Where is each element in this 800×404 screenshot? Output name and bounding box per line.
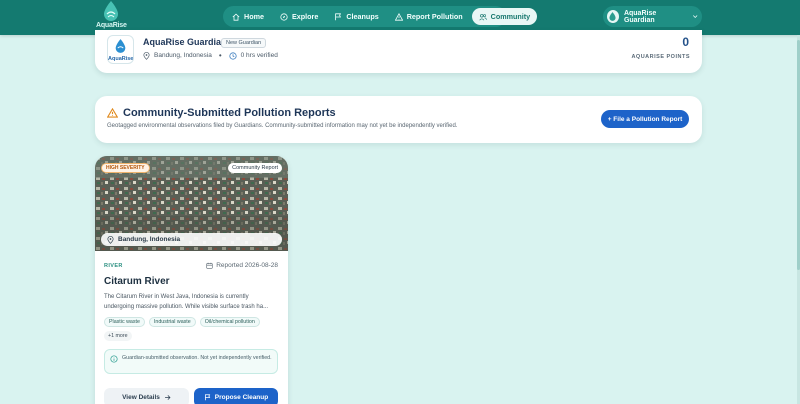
profile-logo-text: AquaRise	[108, 56, 134, 62]
water-drop-logo-icon	[104, 1, 118, 21]
report-card[interactable]: HIGH SEVERITY Community Report Bandung, …	[95, 156, 288, 404]
nav-item-explore[interactable]: Explore	[273, 8, 325, 25]
more-tags-chip[interactable]: +1 more	[104, 331, 132, 341]
status-badge: New Guardian	[221, 38, 267, 48]
nav-item-community[interactable]: Community	[471, 8, 538, 25]
nav-item-home[interactable]: Home	[225, 8, 271, 25]
report-title: Citarum River	[104, 276, 170, 287]
propose-cleanup-label: Propose Cleanup	[214, 394, 269, 401]
brand-name: AquaRise	[96, 22, 127, 29]
profile-hours: 0 hrs verified	[240, 52, 278, 59]
source-badge: Community Report	[228, 163, 282, 173]
report-date-text: Reported 2026-08-28	[216, 262, 278, 269]
home-icon	[232, 13, 240, 21]
severity-badge: HIGH SEVERITY	[101, 163, 150, 173]
location-pill: Bandung, Indonesia	[101, 233, 282, 246]
user-menu-button[interactable]: AquaRise Guardian	[603, 6, 702, 27]
nav-item-report-pollution[interactable]: Report Pollution	[388, 8, 470, 25]
report-date: Reported 2026-08-28	[206, 262, 278, 269]
separator-dot: •	[218, 51, 222, 60]
tag: Plastic waste	[104, 317, 145, 327]
location-text: Bandung, Indonesia	[118, 236, 181, 243]
profile-logo: AquaRise	[107, 35, 134, 64]
info-icon	[110, 355, 118, 363]
section-title: Community-Submitted Pollution Reports	[107, 107, 336, 119]
tag: Oil/chemical pollution	[199, 317, 260, 327]
avatar	[607, 10, 619, 23]
nav-item-label: Community	[490, 12, 531, 21]
warning-icon	[107, 108, 118, 118]
arrow-right-icon	[164, 395, 171, 400]
warning-icon	[394, 12, 403, 21]
tag: Industrial waste	[148, 317, 196, 327]
profile-meta: Bandung, Indonesia • 0 hrs verified	[143, 51, 278, 60]
points-value: 0	[682, 35, 689, 49]
profile-card: AquaRise AquaRise Guardian New Guardian …	[95, 30, 702, 73]
map-pin-icon	[107, 235, 114, 244]
propose-cleanup-button[interactable]: Propose Cleanup	[194, 388, 278, 404]
flag-icon	[204, 394, 210, 401]
nav-item-label: Report Pollution	[406, 12, 463, 21]
profile-name: AquaRise Guardian	[143, 37, 227, 47]
reports-section-header: Community-Submitted Pollution Reports Ge…	[95, 96, 702, 143]
nav-item-cleanups[interactable]: Cleanups	[327, 8, 385, 25]
map-pin-icon	[143, 51, 150, 60]
water-drop-avatar-icon	[609, 12, 617, 21]
user-menu-name: AquaRise Guardian	[623, 9, 657, 24]
section-subtitle: Geotagged environmental observations fil…	[107, 123, 458, 129]
users-icon	[478, 13, 487, 20]
report-type: RIVER	[104, 263, 123, 269]
view-details-button[interactable]: View Details	[104, 388, 189, 404]
profile-location: Bandung, Indonesia	[154, 52, 212, 59]
report-description: The Citarum River in West Java, Indonesi…	[104, 294, 269, 310]
compass-icon	[280, 12, 288, 21]
flag-icon	[335, 12, 342, 20]
verification-notice-text: Guardian-submitted observation. Not yet …	[122, 355, 272, 361]
view-details-label: View Details	[122, 394, 160, 401]
main-nav: Home Explore Cleanups Report Pollution C…	[223, 6, 538, 27]
tag-list: Plastic waste Industrial waste Oil/chemi…	[104, 317, 284, 327]
points-label: AQUARISE POINTS	[631, 54, 690, 60]
nav-item-label: Explore	[291, 12, 319, 21]
nav-item-label: Cleanups	[346, 12, 379, 21]
brand-logo[interactable]: AquaRise	[96, 1, 127, 33]
section-title-text: Community-Submitted Pollution Reports	[123, 107, 336, 119]
water-drop-logo-icon	[115, 39, 126, 53]
file-report-button[interactable]: + File a Pollution Report	[601, 110, 689, 128]
nav-item-label: Home	[244, 12, 264, 21]
verification-notice: Guardian-submitted observation. Not yet …	[104, 349, 278, 374]
clock-icon	[229, 51, 237, 60]
calendar-icon	[206, 262, 213, 269]
chevron-down-icon	[692, 15, 697, 19]
